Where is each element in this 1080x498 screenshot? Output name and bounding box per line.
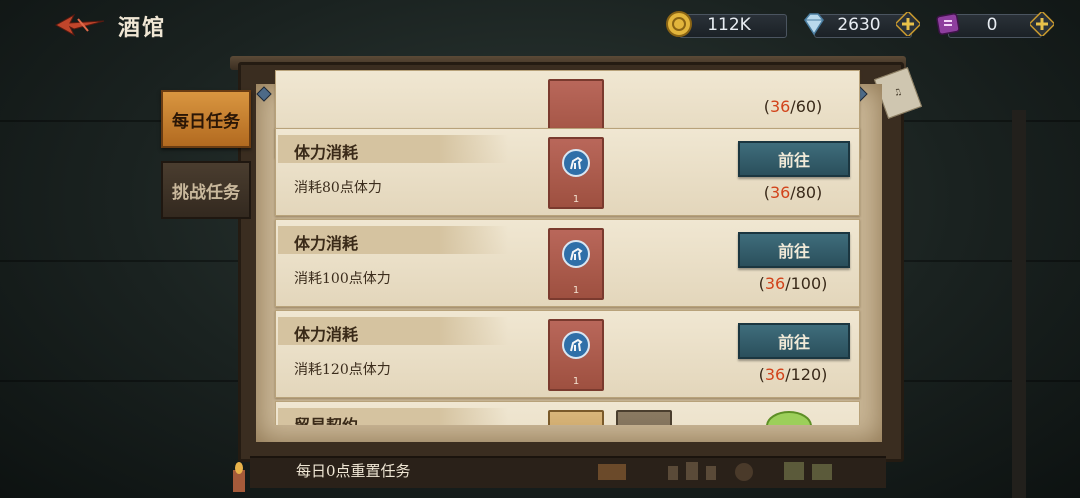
task-row-clip: 贸易契约 [275, 401, 860, 425]
green-reward-icon [766, 411, 812, 425]
back-arrow-icon [54, 13, 105, 37]
back-button[interactable] [52, 10, 108, 40]
task-progress: (36/100) [758, 274, 828, 293]
add-gems-button[interactable] [896, 12, 920, 36]
task-progress: (36/80) [763, 183, 823, 202]
progress-target: 100 [790, 274, 822, 293]
stamina-horse-icon [562, 149, 590, 177]
reward-count: 1 [572, 285, 580, 296]
diamond-icon [804, 13, 824, 36]
reset-note: 每日0点重置任务 [296, 462, 411, 480]
gold-amount: 112K [707, 15, 751, 35]
progress-target: 80 [795, 183, 817, 202]
task-description: 消耗120点体力 [294, 362, 391, 378]
progress-current: 36 [769, 183, 791, 202]
reward-item[interactable] [616, 410, 672, 425]
go-button[interactable]: 前往 [738, 232, 850, 268]
gem-amount: 2630 [837, 15, 881, 35]
progress-current: 36 [769, 97, 791, 116]
reward-item[interactable]: 1 [548, 137, 604, 209]
reward-count: 1 [572, 194, 580, 205]
task-title: 体力消耗 [294, 325, 359, 344]
progress-target: 60 [795, 97, 817, 116]
task-title: 体力消耗 [294, 143, 359, 162]
task-title: 体力消耗 [294, 234, 359, 253]
ticket-currency: 0 [934, 10, 1056, 38]
reward-item[interactable] [548, 410, 604, 425]
task-row: 体力消耗 消耗100点体力 1 前往 (36/100) [275, 219, 860, 307]
gem-currency: 2630 [800, 10, 924, 38]
progress-target: 120 [790, 365, 822, 384]
ticket-amount: 0 [986, 15, 998, 35]
add-tickets-button[interactable] [1030, 12, 1054, 36]
tab-challenge-tasks[interactable]: 挑战任务 [161, 161, 251, 219]
task-row: 体力消耗 消耗80点体力 1 前往 (36/80) [275, 128, 860, 216]
task-title: 贸易契约 [294, 412, 358, 425]
page-title: 酒馆 [118, 15, 167, 41]
progress-current: 36 [764, 365, 786, 384]
go-button[interactable]: 前往 [738, 141, 850, 177]
gold-currency: 112K [665, 10, 790, 38]
pin-icon [256, 86, 272, 102]
task-description: 消耗100点体力 [294, 271, 391, 287]
go-button[interactable]: 前往 [738, 323, 850, 359]
progress-current: 36 [764, 274, 786, 293]
task-row: 体力消耗 消耗120点体力 1 前往 (36/120) [275, 310, 860, 398]
reward-item[interactable]: 1 [548, 319, 604, 391]
candle-icon [233, 462, 245, 492]
stamina-horse-icon [562, 240, 590, 268]
bg-post [1012, 110, 1026, 498]
ticket-icon [936, 13, 960, 35]
task-row: 贸易契约 [275, 401, 860, 425]
task-description: 消耗80点体力 [294, 180, 382, 196]
tab-daily-tasks[interactable]: 每日任务 [161, 90, 251, 148]
reward-count: 1 [572, 376, 580, 387]
task-progress: (36/120) [758, 365, 828, 384]
top-bar: 酒馆 112K 2630 0 [0, 0, 1080, 52]
shelf-items-icon [598, 462, 832, 481]
reward-item[interactable]: 1 [548, 228, 604, 300]
stamina-horse-icon [562, 331, 590, 359]
task-progress: (36/60) [763, 97, 823, 116]
